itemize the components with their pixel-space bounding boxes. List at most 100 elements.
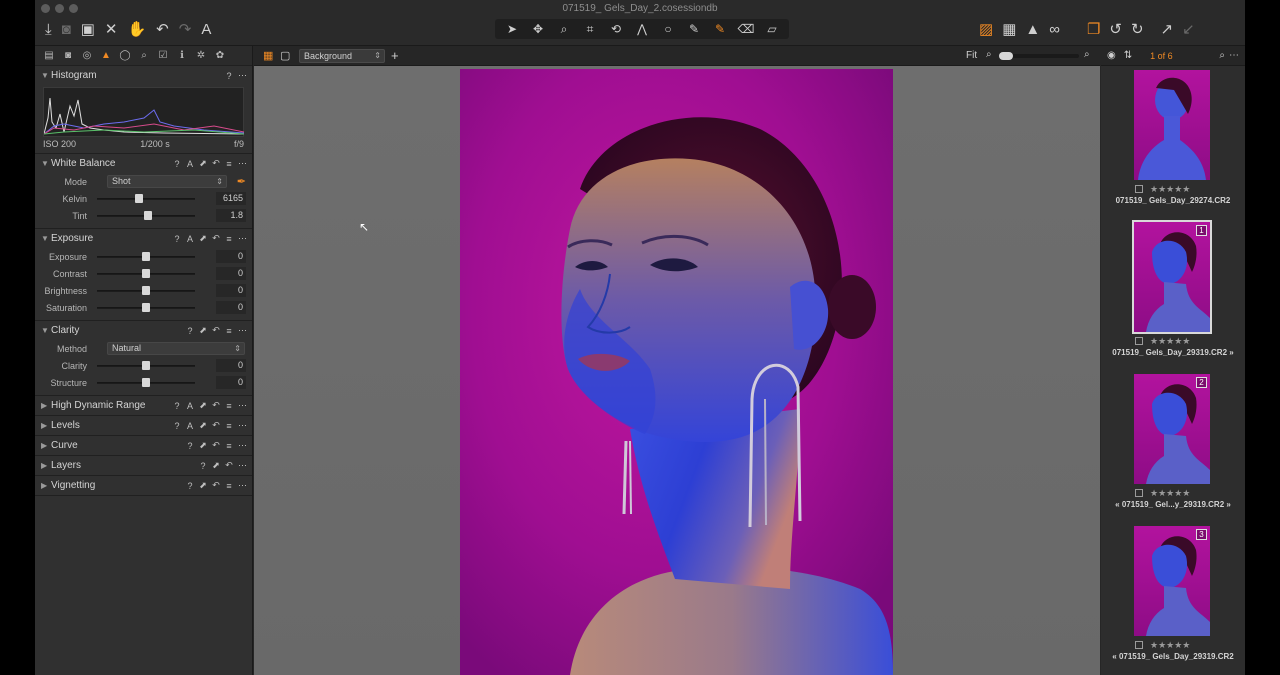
circle-icon[interactable]: ○	[657, 19, 679, 39]
rotate-icon[interactable]: ⟲	[605, 19, 627, 39]
more-icon[interactable]: ⋯	[238, 70, 247, 81]
pan-icon[interactable]: ✥	[527, 19, 549, 39]
chevron-left-icon[interactable]: «	[1112, 652, 1116, 661]
auto-icon[interactable]: A	[186, 421, 194, 431]
expand-icon[interactable]: ↗	[1161, 19, 1174, 39]
tab-details-icon[interactable]: ⌕	[136, 48, 152, 64]
reset-icon[interactable]: ↶	[212, 420, 220, 431]
help-icon[interactable]: ?	[173, 401, 181, 411]
contrast-slider-thumb[interactable]	[142, 268, 150, 278]
structure-slider[interactable]	[97, 377, 195, 388]
clarity-header[interactable]: ▼ Clarity ? ⬈ ↶ ≡ ⋯	[35, 321, 252, 340]
layers-icon[interactable]: ❐	[1087, 19, 1100, 39]
zoom-label[interactable]: Fit	[966, 50, 977, 61]
gradient-icon[interactable]: ▱	[761, 19, 783, 39]
presets-icon[interactable]: ≡	[225, 326, 233, 336]
thumbnail-image[interactable]: 1	[1132, 220, 1212, 334]
clarity-value[interactable]: 0	[216, 359, 246, 372]
background-select[interactable]: Background ⇕	[299, 49, 385, 63]
copy-icon[interactable]: ⬈	[199, 233, 207, 244]
presets-icon[interactable]: ≡	[225, 234, 233, 244]
redo-icon[interactable]: ↷	[179, 19, 192, 39]
tint-value[interactable]: 1.8	[216, 209, 246, 222]
copy-icon[interactable]: ⬈	[199, 158, 207, 169]
brightness-slider-thumb[interactable]	[142, 285, 150, 295]
camera-icon[interactable]: ◙	[62, 19, 71, 39]
structure-value[interactable]: 0	[216, 376, 246, 389]
edit-mask-icon[interactable]: ▨	[979, 19, 993, 39]
thumbnail-item[interactable]: 2 ★★★★★ « 071519_ Gel...y_29319.CR2 »	[1101, 370, 1245, 522]
presets-icon[interactable]: ≡	[225, 481, 233, 491]
zoom-out-icon[interactable]: ⌕	[986, 49, 992, 60]
method-select[interactable]: Natural ⇕	[107, 342, 245, 355]
chevron-right-icon[interactable]: »	[1229, 348, 1233, 357]
delete-icon[interactable]: ✕	[105, 19, 118, 39]
help-icon[interactable]: ?	[186, 441, 194, 451]
select-checkbox[interactable]	[1135, 185, 1143, 193]
grid-icon[interactable]: ▦	[1002, 19, 1016, 39]
saturation-slider[interactable]	[97, 302, 195, 313]
auto-icon[interactable]: A	[186, 401, 194, 411]
copy-icon[interactable]: ⬈	[199, 325, 207, 336]
levels-tool[interactable]: ▶ Levels? A ⬈ ↶ ≡ ⋯	[35, 416, 252, 436]
select-checkbox[interactable]	[1135, 489, 1143, 497]
tint-slider-thumb[interactable]	[143, 210, 152, 220]
add-layer-icon[interactable]: +	[391, 48, 399, 63]
more-icon[interactable]: ⋯	[238, 420, 247, 431]
more-icon[interactable]: ⋯	[238, 158, 247, 169]
keystone-icon[interactable]: ⋀	[631, 19, 653, 39]
more-icon[interactable]: ⋯	[1229, 50, 1239, 61]
contrast-value[interactable]: 0	[216, 267, 246, 280]
eraser-icon[interactable]: ⌫	[735, 19, 757, 39]
help-icon[interactable]: ?	[186, 326, 194, 336]
reset-icon[interactable]: ↶	[212, 440, 220, 451]
undo-icon[interactable]: ✋	[127, 19, 146, 39]
cursor-icon[interactable]: ➤	[501, 19, 523, 39]
single-view-icon[interactable]: ▢	[280, 49, 290, 62]
presets-icon[interactable]: ≡	[225, 401, 233, 411]
tab-extra-icon[interactable]: ✿	[212, 48, 228, 64]
help-icon[interactable]: ?	[199, 461, 207, 471]
help-icon[interactable]: ?	[173, 234, 181, 244]
saturation-value[interactable]: 0	[216, 301, 246, 314]
more-icon[interactable]: ⋯	[238, 400, 247, 411]
thumbnail-item[interactable]: 3 ★★★★★ « 071519_ Gels_Day_29319.CR2	[1101, 522, 1245, 674]
tab-adjustments-icon[interactable]: ℹ	[174, 48, 190, 64]
rating-stars[interactable]: ★★★★★	[1150, 336, 1190, 347]
proof-icon[interactable]: ∞	[1049, 19, 1060, 39]
curve-tool[interactable]: ▶ Curve? ⬈ ↶ ≡ ⋯	[35, 436, 252, 456]
reset-icon[interactable]: ↶	[212, 325, 220, 336]
help-icon[interactable]: ?	[173, 421, 181, 431]
presets-icon[interactable]: ≡	[225, 421, 233, 431]
tab-lens-icon[interactable]: ◯	[117, 48, 133, 64]
brightness-slider[interactable]	[97, 285, 195, 296]
exposure-slider-thumb[interactable]	[142, 251, 150, 261]
auto-icon[interactable]: A	[186, 234, 194, 244]
rotate-left-icon[interactable]: ↺	[1109, 19, 1122, 39]
loupe-icon[interactable]: ⌕	[553, 19, 575, 39]
thumbnail-image[interactable]: 3	[1134, 526, 1210, 636]
tab-metadata-icon[interactable]: ☑	[155, 48, 171, 64]
crop-icon[interactable]: ⌗	[579, 19, 601, 39]
warning-icon[interactable]: ▲	[1025, 19, 1040, 39]
eyedropper-icon[interactable]: ✒	[237, 175, 246, 188]
hdr-tool[interactable]: ▶ High Dynamic Range? A ⬈ ↶ ≡ ⋯	[35, 396, 252, 416]
tab-color-icon[interactable]: ◎	[79, 48, 95, 64]
reset-icon[interactable]: ↶	[212, 400, 220, 411]
tab-library-icon[interactable]: ▤	[41, 48, 57, 64]
copy-icon[interactable]: ⬈	[199, 440, 207, 451]
thumbnail-image[interactable]: 2	[1134, 374, 1210, 484]
tab-output-icon[interactable]: ✲	[193, 48, 209, 64]
copy-icon[interactable]: ⬈	[199, 420, 207, 431]
help-icon[interactable]: ?	[173, 159, 181, 169]
reset-icon[interactable]: ↶	[212, 233, 220, 244]
copy-icon[interactable]: ⬈	[212, 460, 220, 471]
rotate-right-icon[interactable]: ↻	[1131, 19, 1144, 39]
rating-stars[interactable]: ★★★★★	[1150, 184, 1190, 195]
help-icon[interactable]: ?	[225, 71, 233, 81]
more-icon[interactable]: ⋯	[238, 460, 247, 471]
brightness-value[interactable]: 0	[216, 284, 246, 297]
more-icon[interactable]: ⋯	[238, 440, 247, 451]
exposure-header[interactable]: ▼ Exposure ? A ⬈ ↶ ≡ ⋯	[35, 229, 252, 248]
tab-capture-icon[interactable]: ◙	[60, 48, 76, 64]
